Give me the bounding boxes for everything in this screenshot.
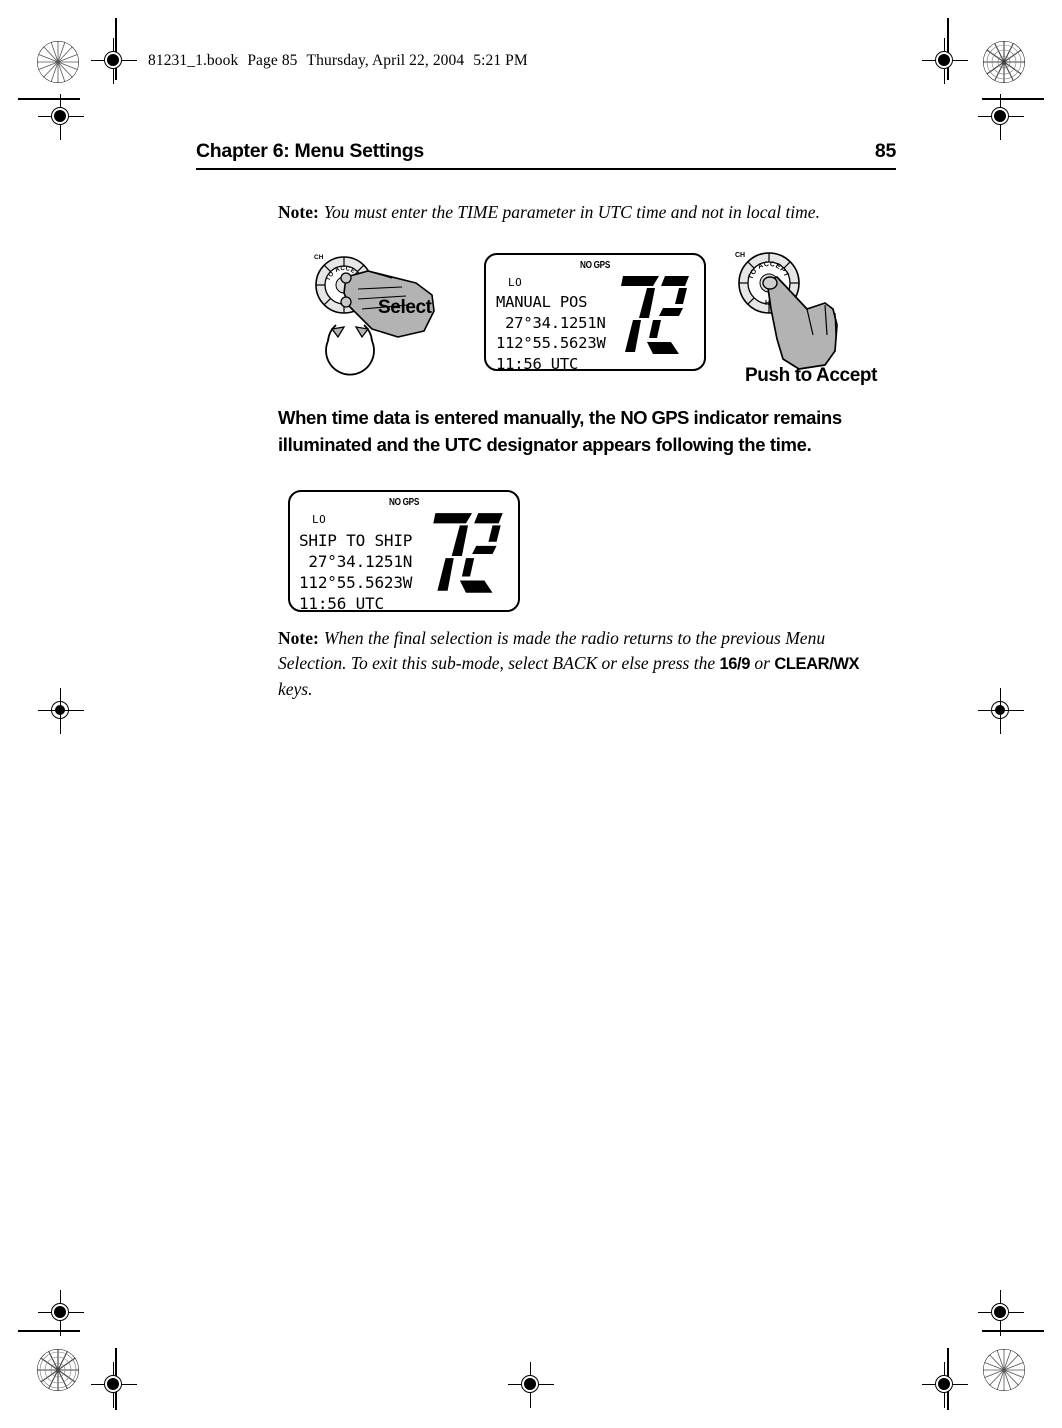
registration-dot [107,1378,119,1390]
lcd-display-manual-pos: NO GPS LO MANUAL POS 27°34.1251N 112°55.… [484,253,706,374]
registration-target-bottom-center [508,1362,554,1408]
lcd-channel-number-72 [615,268,693,364]
lcd-line-longitude: 112°55.5623W [299,573,413,593]
registration-target-right-middle [978,688,1024,734]
illustration-push-to-accept: TO ACCEPT PUSH CH Push to Accept [721,247,901,387]
svg-text:CH: CH [314,254,324,261]
lcd-lo-indicator: LO [508,276,523,290]
svg-text:CH: CH [735,252,745,259]
registration-dot [994,1306,1006,1318]
note-top-label: Note: [278,202,319,222]
note-top-text: You must enter the TIME parameter in UTC… [323,202,820,222]
note-top: Note: You must enter the TIME parameter i… [278,200,896,225]
page-running-header: Chapter 6: Menu Settings 85 [196,140,896,168]
lcd-channel-number-72 [427,505,507,603]
key-label-clear-wx: CLEAR/WX [774,655,860,674]
body-paragraph-no-gps-term: NO GPS [620,407,689,429]
registration-dot [995,705,1005,715]
registration-target-right-lower [978,1290,1024,1336]
registration-dot [524,1378,536,1390]
print-job-filename-line: 81231_1.book Page 85 Thursday, April 22, 2… [148,52,537,70]
page-number: 85 [874,140,896,162]
crop-line-left-bottom-horizontal [18,1330,80,1332]
lcd-line-latitude: 27°34.1251N [299,552,413,572]
body-paragraph: When time data is entered manually, the … [278,405,878,458]
note-bottom-label: Note: [278,627,319,648]
registration-target-left-middle [38,688,84,734]
note-bottom-part3: keys. [278,679,313,700]
registration-dot [54,110,66,122]
lcd-display-ship-to-ship: NO GPS LO SHIP TO SHIP 27°34.1251N 112°5… [288,489,520,614]
rotation-arrow-icon [325,324,375,376]
lcd-line-time: 11:56 UTC [496,354,579,373]
lcd-text-lines: SHIP TO SHIP 27°34.1251N 112°55.5623W 11… [299,530,412,614]
lcd-line-latitude: 27°34.1251N [496,313,606,332]
body-paragraph-part1: When time data is entered manually, the [278,407,621,429]
registration-target-bottom-right [922,1362,968,1408]
note-bottom: Note: When the final selection is made th… [278,626,896,703]
print-time: 5:21 PM [473,52,528,69]
lcd-lo-indicator: LO [312,512,327,526]
hand-pressing-icon [762,276,838,371]
registration-target-left-upper [38,94,84,140]
registration-target-left-lower [38,1290,84,1336]
figure-top: TO ACCEPT PUSH CH [196,247,896,387]
lcd-line-mode: MANUAL POS [496,293,588,312]
registration-target-top-right [922,38,968,84]
lcd-text-lines: MANUAL POS 27°34.1251N 112°55.5623W 11:5… [496,292,606,374]
illustration-caption-push-to-accept: Push to Accept [745,365,878,386]
page-content: Chapter 6: Menu Settings 85 Note: You mus… [196,140,896,703]
lcd-line-time: 11:56 UTC [299,594,384,614]
key-label-16-9: 16/9 [719,655,750,674]
registration-target-bottom-left [91,1362,137,1408]
registration-dot [938,54,950,66]
registration-dot [994,110,1006,122]
lcd-line-longitude: 112°55.5623W [496,334,606,353]
crop-line-right-bottom-horizontal [982,1330,1044,1332]
print-date: Thursday, April 22, 2004 [306,52,465,69]
lcd-line-mode: SHIP TO SHIP [299,530,413,550]
illustration-caption-select: Select [378,297,433,318]
illustration-rotate-knob-select: TO ACCEPT PUSH CH [306,249,466,381]
registration-dot [54,1306,66,1318]
registration-target-right-upper [978,94,1024,140]
rosette-mark-top-left [36,40,80,84]
chapter-title: Chapter 6: Menu Settings [196,140,424,162]
rosette-mark-bottom-left [36,1348,80,1392]
header-rule [196,168,896,170]
note-bottom-part2: or [750,653,775,674]
rosette-mark-bottom-right [982,1348,1026,1392]
registration-dot [938,1378,950,1390]
registration-dot [107,54,119,66]
registration-dot [55,705,65,715]
rosette-mark-top-right [982,40,1026,84]
print-filename: 81231_1.book [148,52,239,69]
registration-target-top-left [91,38,137,84]
print-page: Page 85 [247,52,298,69]
